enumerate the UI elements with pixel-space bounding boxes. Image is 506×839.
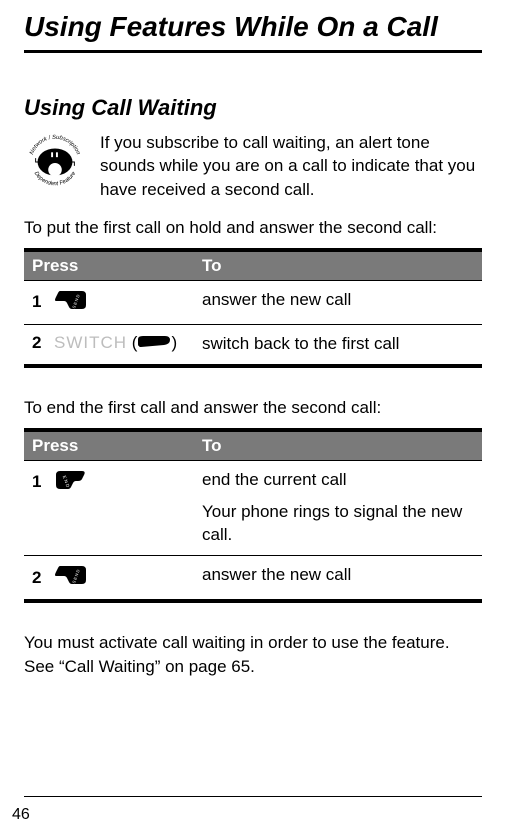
- table2-row1-description: end the current call: [202, 469, 474, 492]
- lead-paragraph-1: To put the first call on hold and answer…: [24, 216, 482, 240]
- lead-paragraph-2: To end the first call and answer the sec…: [24, 396, 482, 420]
- closing-paragraph: You must activate call waiting in order …: [24, 631, 482, 679]
- table2-header-to: To: [194, 432, 482, 460]
- title-rule: [24, 50, 482, 53]
- table-row: 2 S E N D answer the new call: [24, 555, 482, 599]
- step-number: 1: [32, 292, 54, 312]
- page-number: 46: [12, 806, 30, 824]
- footer-rule: [24, 796, 482, 797]
- table2-row2-description: answer the new call: [194, 556, 482, 595]
- instruction-table-1: Press To 1 S E N D answer the new call 2…: [24, 248, 482, 368]
- step-number: 2: [32, 333, 54, 353]
- send-button-icon: S E N D: [54, 289, 88, 316]
- end-button-icon: E N D: [54, 469, 88, 496]
- section-heading: Using Call Waiting: [24, 95, 482, 121]
- softkey-parenthesis: (: [127, 333, 137, 353]
- step-number: 1: [32, 472, 54, 492]
- table1-row1-description: answer the new call: [194, 281, 482, 320]
- send-button-icon: S E N D: [54, 564, 88, 591]
- table-row: 1 E N D end the current call Your phone …: [24, 460, 482, 556]
- table2-row1-secondary: Your phone rings to signal the new call.: [202, 501, 474, 547]
- table-row: 2 SWITCH ( ) switch back to the first ca…: [24, 324, 482, 364]
- instruction-table-2: Press To 1 E N D end the current call Yo…: [24, 428, 482, 604]
- table1-row2-description: switch back to the first call: [194, 325, 482, 364]
- softkey-right-icon: [137, 333, 171, 353]
- table-row: 1 S E N D answer the new call: [24, 280, 482, 324]
- page-title: Using Features While On a Call: [24, 10, 482, 44]
- step-number: 2: [32, 568, 54, 588]
- table1-header-to: To: [194, 252, 482, 280]
- table1-header-press: Press: [24, 252, 194, 280]
- softkey-parenthesis-close: ): [171, 333, 177, 353]
- switch-label: SWITCH: [54, 333, 127, 353]
- network-dependent-feature-icon: Network / Subscription Dependent Feature: [24, 131, 86, 193]
- intro-paragraph: If you subscribe to call waiting, an ale…: [100, 131, 482, 202]
- table2-header-press: Press: [24, 432, 194, 460]
